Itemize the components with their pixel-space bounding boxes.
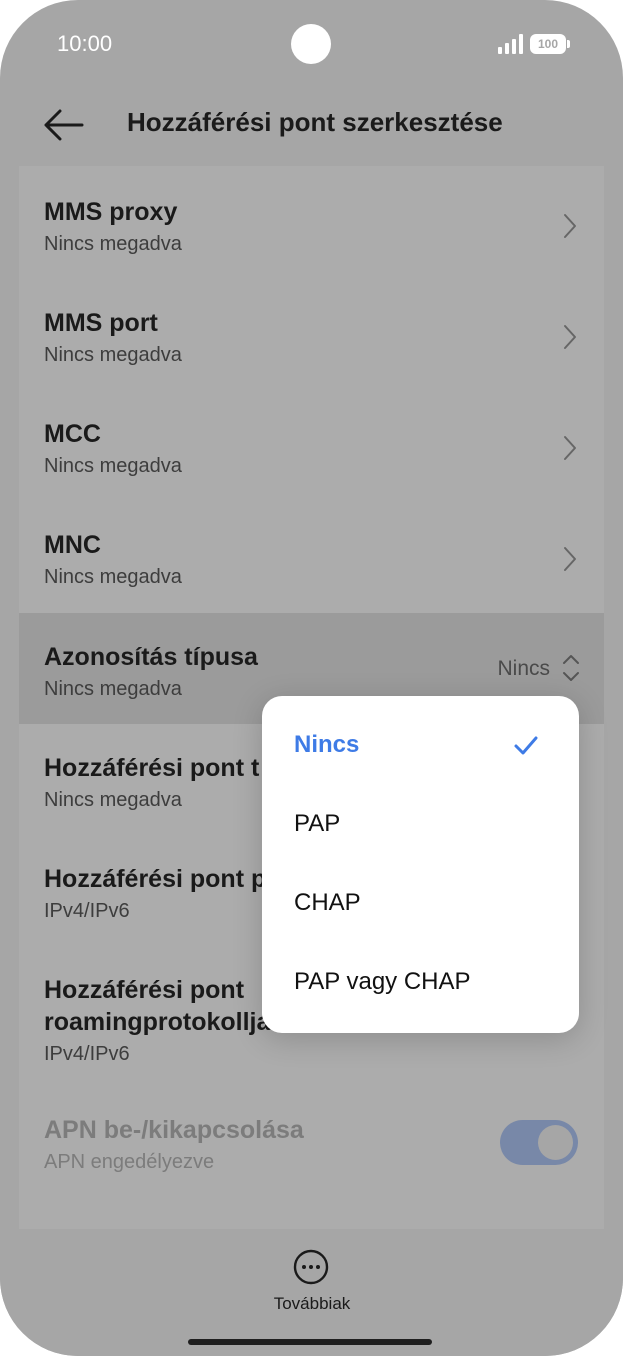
- option-label: PAP vagy CHAP: [294, 968, 471, 995]
- row-title: Hozzáférési pont p: [44, 865, 267, 893]
- row-title: MNC: [44, 531, 101, 559]
- row-mnc[interactable]: MNC Nincs megadva: [19, 499, 604, 610]
- battery-level: 100: [537, 37, 559, 51]
- option-pap-or-chap[interactable]: PAP vagy CHAP: [262, 944, 579, 1023]
- app-header: Hozzáférési pont szerkesztése: [0, 95, 623, 155]
- home-indicator[interactable]: [188, 1339, 432, 1345]
- battery-icon: 100: [530, 34, 570, 54]
- status-time: 10:00: [57, 31, 113, 56]
- more-label: Továbbiak: [273, 1294, 351, 1313]
- more-button[interactable]: Továbbiak: [262, 1245, 362, 1315]
- apn-enable-toggle[interactable]: [500, 1120, 578, 1165]
- phone-screen: 10:00 100 Hozzáférési pont szerkesztése …: [0, 0, 623, 1356]
- checkmark-icon: [514, 736, 538, 755]
- option-chap[interactable]: CHAP: [262, 865, 579, 944]
- option-nincs[interactable]: Nincs: [262, 707, 579, 786]
- option-label: CHAP: [294, 889, 361, 916]
- page-title: Hozzáférési pont szerkesztése: [127, 107, 503, 137]
- more-dots-icon: [293, 1249, 329, 1285]
- row-subtitle: APN engedélyezve: [44, 1151, 215, 1173]
- row-apn-toggle[interactable]: APN be-/kikapcsolása APN engedélyezve: [19, 1091, 604, 1202]
- chevron-up-down-icon: [563, 655, 579, 681]
- row-title: MMS proxy: [44, 198, 178, 226]
- bottom-action-bar: Továbbiak: [0, 1229, 623, 1356]
- row-title: APN be-/kikapcsolása: [44, 1116, 304, 1144]
- row-subtitle: IPv4/IPv6: [44, 1043, 130, 1065]
- auth-type-popup-menu: Nincs PAP CHAP PAP vagy CHAP: [262, 696, 579, 1033]
- signal-icon: [498, 34, 524, 54]
- row-mms-proxy[interactable]: MMS proxy Nincs megadva: [19, 166, 604, 277]
- option-label: Nincs: [294, 731, 360, 758]
- option-label: PAP: [294, 810, 341, 837]
- chevron-right-icon: [564, 214, 576, 238]
- row-subtitle: Nincs megadva: [44, 678, 182, 700]
- row-title: MMS port: [44, 309, 158, 337]
- row-title-line2: roamingprotokollja: [44, 1008, 271, 1036]
- status-bar: 10:00 100: [0, 0, 623, 90]
- row-subtitle: Nincs megadva: [44, 233, 182, 255]
- row-title: MCC: [44, 420, 101, 448]
- toggle-knob: [538, 1125, 573, 1160]
- row-subtitle: Nincs megadva: [44, 344, 182, 366]
- row-title: Hozzáférési pont t: [44, 754, 260, 782]
- back-arrow-icon[interactable]: [40, 105, 86, 145]
- row-mcc[interactable]: MCC Nincs megadva: [19, 388, 604, 499]
- row-subtitle: Nincs megadva: [44, 789, 182, 811]
- auth-type-value: Nincs: [497, 657, 550, 680]
- row-title: Azonosítás típusa: [44, 643, 258, 671]
- row-mms-port[interactable]: MMS port Nincs megadva: [19, 277, 604, 388]
- option-pap[interactable]: PAP: [262, 786, 579, 865]
- chevron-right-icon: [564, 436, 576, 460]
- row-subtitle: Nincs megadva: [44, 566, 182, 588]
- chevron-right-icon: [564, 547, 576, 571]
- row-title-line1: Hozzáférési pont: [44, 976, 245, 1004]
- row-subtitle: IPv4/IPv6: [44, 900, 130, 922]
- chevron-right-icon: [564, 325, 576, 349]
- row-subtitle: Nincs megadva: [44, 455, 182, 477]
- front-camera: [291, 24, 331, 64]
